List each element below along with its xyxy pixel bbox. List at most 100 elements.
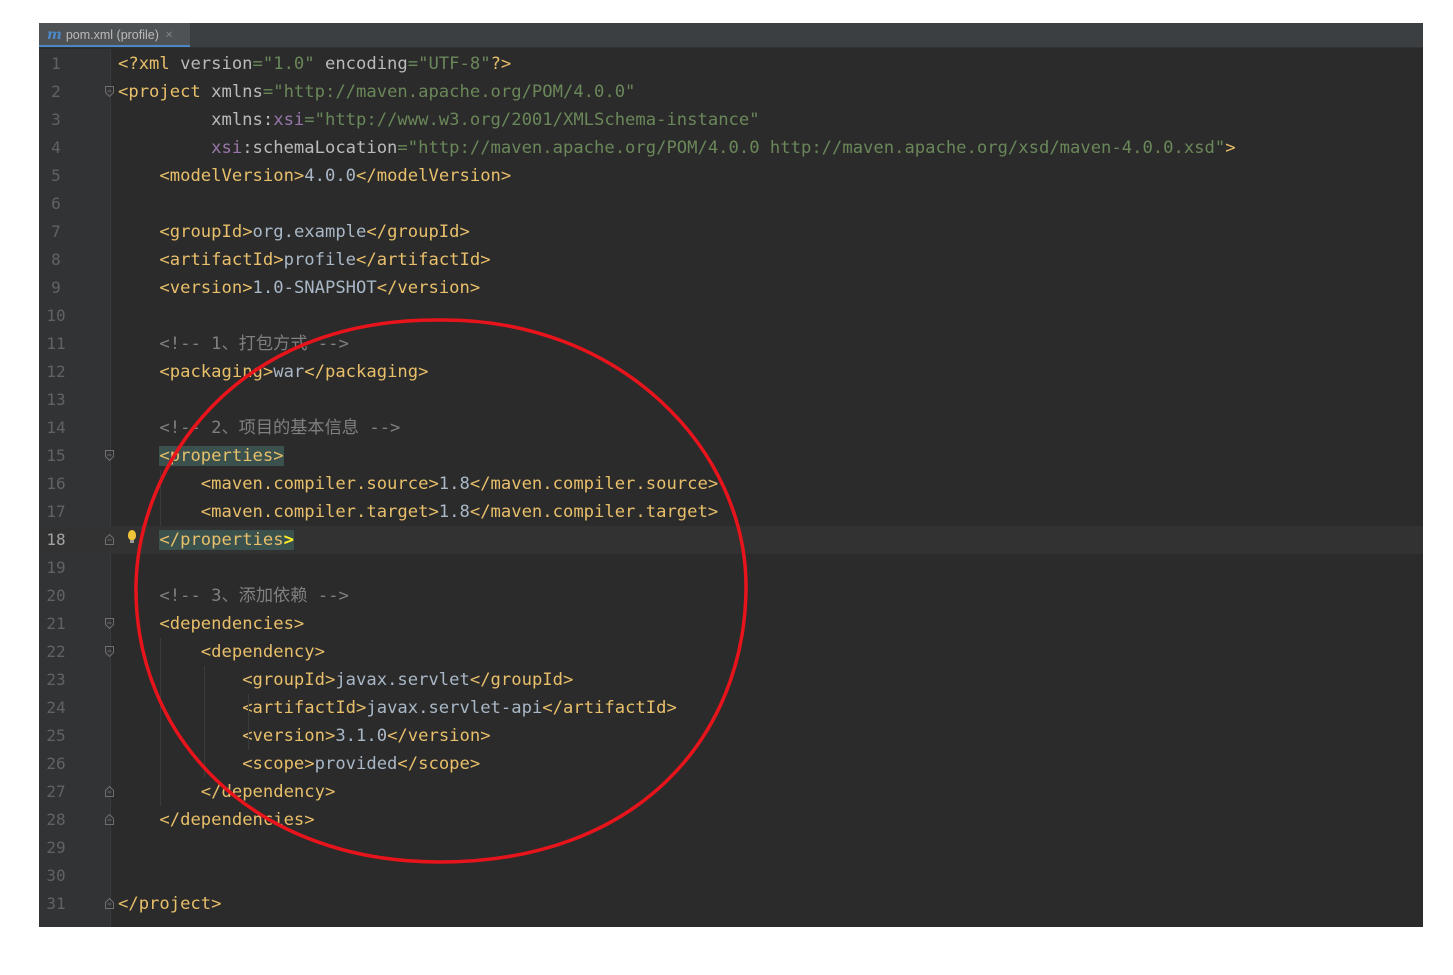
code-line[interactable]: 29: [39, 834, 1423, 862]
code-token: xsi: [118, 138, 243, 158]
code-text: <groupId>javax.servlet</groupId>: [118, 666, 573, 694]
line-number: 1: [51, 54, 61, 73]
indent-guide: [204, 666, 205, 778]
code-line[interactable]: 13: [39, 386, 1423, 414]
line-number: 14: [46, 418, 66, 437]
line-number: 17: [46, 502, 66, 521]
code-line[interactable]: 27 </dependency>: [39, 778, 1423, 806]
code-token: 3.1.0: [335, 726, 388, 746]
code-line[interactable]: 10: [39, 302, 1423, 330]
line-number: 24: [46, 698, 66, 717]
code-line[interactable]: 30: [39, 862, 1423, 890]
code-line[interactable]: 25 <version>3.1.0</version>: [39, 722, 1423, 750]
code-token: ="UTF-8": [407, 54, 491, 74]
code-token: </modelVersion>: [356, 166, 512, 186]
code-line[interactable]: 19: [39, 554, 1423, 582]
code-line[interactable]: 20 <!-- 3、添加依赖 -->: [39, 582, 1423, 610]
code-line[interactable]: 21 <dependencies>: [39, 610, 1423, 638]
code-line[interactable]: 16 <maven.compiler.source>1.8</maven.com…: [39, 470, 1423, 498]
code-line[interactable]: 11 <!-- 1、打包方式 -->: [39, 330, 1423, 358]
code-line[interactable]: 7 <groupId>org.example</groupId>: [39, 218, 1423, 246]
code-token: <maven.compiler.source>: [200, 474, 439, 494]
line-number: 10: [46, 306, 66, 325]
code-text: <!-- 2、项目的基本信息 -->: [118, 414, 400, 442]
code-text: <properties>: [118, 442, 284, 470]
code-line[interactable]: 5 <modelVersion>4.0.0</modelVersion>: [39, 162, 1423, 190]
code-token: 4.0.0: [304, 166, 357, 186]
code-token: ?>: [490, 54, 512, 74]
code-line[interactable]: 22 <dependency>: [39, 638, 1423, 666]
code-token: <artifactId>: [159, 250, 284, 270]
editor-window: m pom.xml (profile) ✕ 1 <?xml version="1.…: [39, 23, 1423, 927]
line-number: 21: [46, 614, 66, 633]
code-line[interactable]: 24 <artifactId>javax.servlet-api</artifa…: [39, 694, 1423, 722]
line-number: 31: [46, 894, 66, 913]
indent-guide: [160, 470, 161, 526]
code-text: <scope>provided</scope>: [118, 750, 480, 778]
code-line[interactable]: 6: [39, 190, 1423, 218]
code-line[interactable]: 3 xmlns:xsi="http://www.w3.org/2001/XMLS…: [39, 106, 1423, 134]
code-line[interactable]: 17 <maven.compiler.target>1.8</maven.com…: [39, 498, 1423, 526]
code-token: provided: [314, 754, 398, 774]
code-token: </project>: [118, 894, 222, 914]
code-token: <version>: [159, 278, 253, 298]
code-token: 1.0-SNAPSHOT: [252, 278, 377, 298]
code-token: </scope>: [397, 754, 481, 774]
line-number: 15: [46, 446, 66, 465]
code-text: <project xmlns="http://maven.apache.org/…: [118, 78, 635, 106]
fold-open-icon[interactable]: [105, 86, 114, 97]
code-line[interactable]: 4 xsi:schemaLocation="http://maven.apach…: [39, 134, 1423, 162]
code-token: profile: [283, 250, 357, 270]
code-line[interactable]: 8 <artifactId>profile</artifactId>: [39, 246, 1423, 274]
tab-label: pom.xml (profile): [65, 28, 159, 42]
code-text: <groupId>org.example</groupId>: [118, 218, 469, 246]
code-token: </maven.compiler.source>: [469, 474, 719, 494]
code-line[interactable]: 15 <properties>: [39, 442, 1423, 470]
fold-close-icon[interactable]: [105, 534, 114, 545]
code-line[interactable]: 18 </properties>: [39, 526, 1423, 554]
code-token: <dependencies>: [159, 614, 305, 634]
line-number: 23: [46, 670, 66, 689]
fold-close-icon[interactable]: [105, 814, 114, 825]
code-token: </version>: [376, 278, 481, 298]
code-token: ="http://www.w3.org/2001/XMLSchema-insta…: [304, 110, 760, 130]
code-token: <packaging>: [159, 362, 274, 382]
line-number: 9: [51, 278, 61, 297]
code-line[interactable]: 28 </dependencies>: [39, 806, 1423, 834]
tab-pom-xml[interactable]: m pom.xml (profile) ✕: [39, 23, 190, 47]
close-icon[interactable]: ✕: [165, 30, 173, 41]
code-line[interactable]: 2 <project xmlns="http://maven.apache.org…: [39, 78, 1423, 106]
code-token: war: [273, 362, 305, 382]
code-text: xsi:schemaLocation="http://maven.apache.…: [118, 134, 1235, 162]
code-line[interactable]: 26 <scope>provided</scope>: [39, 750, 1423, 778]
code-token: xmlns: [118, 110, 263, 130]
code-line[interactable]: 9 <version>1.0-SNAPSHOT</version>: [39, 274, 1423, 302]
line-number: 30: [46, 866, 66, 885]
code-token: org.example: [252, 222, 367, 242]
code-token: <!-- 3、添加依赖 -->: [159, 586, 349, 606]
code-line[interactable]: 12 <packaging>war</packaging>: [39, 358, 1423, 386]
fold-close-icon[interactable]: [105, 898, 114, 909]
line-number: 28: [46, 810, 66, 829]
code-editor[interactable]: 1 <?xml version="1.0" encoding="UTF-8"?> 2…: [39, 50, 1423, 918]
code-token: </artifactId>: [542, 698, 677, 718]
code-text: <?xml version="1.0" encoding="UTF-8"?>: [118, 50, 511, 78]
fold-close-icon[interactable]: [105, 786, 114, 797]
code-line[interactable]: 14 <!-- 2、项目的基本信息 -->: [39, 414, 1423, 442]
code-line[interactable]: 31 </project>: [39, 890, 1423, 918]
code-line[interactable]: 1 <?xml version="1.0" encoding="UTF-8"?>: [39, 50, 1423, 78]
line-number: 4: [51, 138, 61, 157]
fold-open-icon[interactable]: [105, 646, 114, 657]
code-line[interactable]: 23 <groupId>javax.servlet</groupId>: [39, 666, 1423, 694]
code-token: <modelVersion>: [159, 166, 305, 186]
fold-open-icon[interactable]: [105, 618, 114, 629]
fold-open-icon[interactable]: [105, 450, 114, 461]
